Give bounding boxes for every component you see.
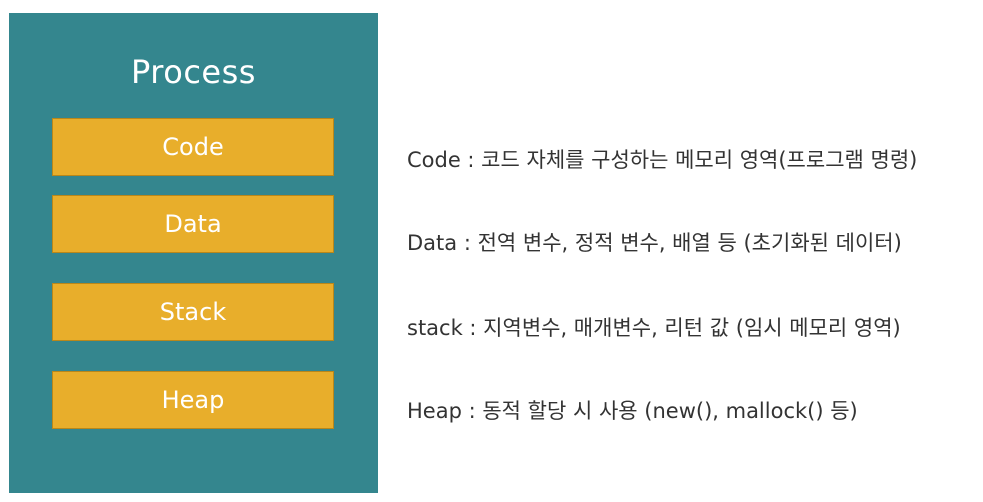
segment-data: Data: [52, 195, 334, 253]
description-data: Data : 전역 변수, 정적 변수, 배열 등 (초기화된 데이터): [407, 231, 902, 255]
description-stack: stack : 지역변수, 매개변수, 리턴 값 (임시 메모리 영역): [407, 316, 901, 340]
segment-heap: Heap: [52, 371, 334, 429]
segment-stack: Stack: [52, 283, 334, 341]
description-heap: Heap : 동적 할당 시 사용 (new(), mallock() 등): [407, 399, 858, 423]
description-code: Code : 코드 자체를 구성하는 메모리 영역(프로그램 명령): [407, 148, 918, 172]
process-title: Process: [131, 53, 256, 91]
process-diagram: Process Code Data Stack Heap: [9, 13, 378, 493]
segment-code: Code: [52, 118, 334, 176]
